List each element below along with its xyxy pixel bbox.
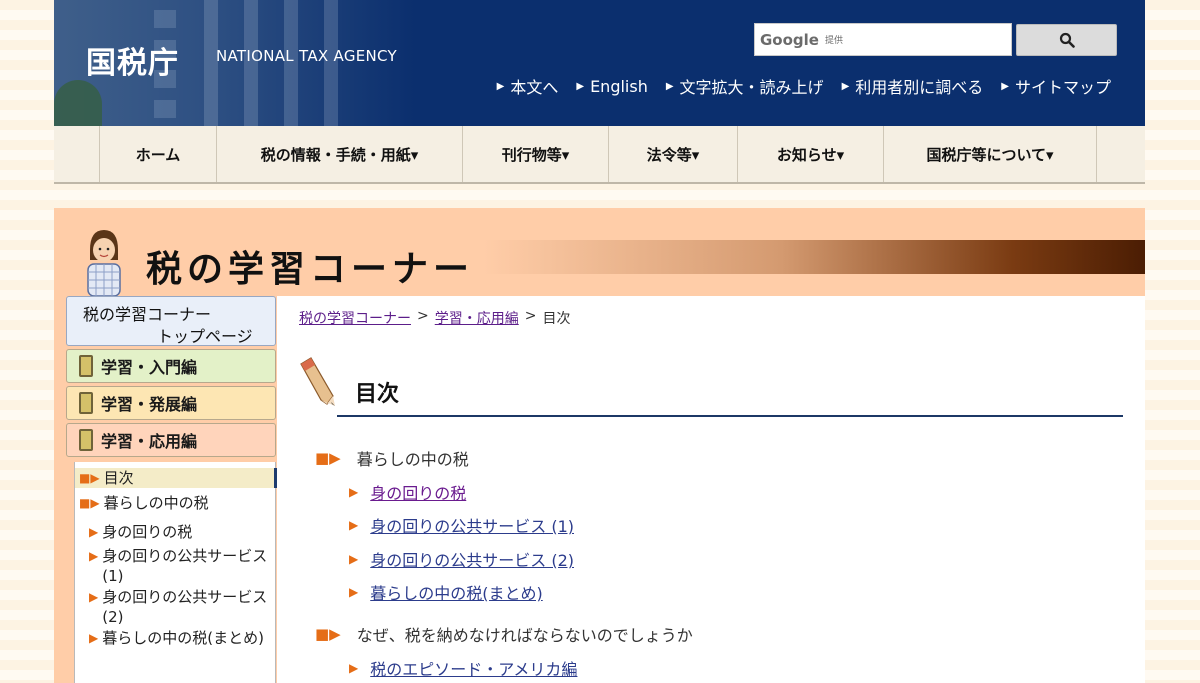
- triangle-right-icon: ▶: [89, 590, 99, 604]
- list-item: ▶ 税のエピソード・アメリカ編: [349, 656, 577, 680]
- breadcrumb-link-applied[interactable]: 学習・応用編: [435, 308, 519, 328]
- book-icon: [79, 392, 93, 414]
- sidebar-item-taxes-around[interactable]: ▶ 身の回りの税: [89, 522, 275, 542]
- search-button[interactable]: [1016, 24, 1117, 56]
- search-icon: [1059, 32, 1075, 48]
- list-item: ▶ 身の回りの公共サービス (2): [349, 547, 574, 571]
- site-logo-jp[interactable]: 国税庁: [86, 38, 179, 82]
- utility-links: ▶ 本文へ ▶ English ▶ 文字拡大・読み上げ ▶ 利用者別に調べる ▶ サイトマ…: [497, 74, 1111, 98]
- global-nav: ホーム 税の情報・手続・用紙▾ 刊行物等▾ 法令等▾ お知らせ▾ 国税庁等につい…: [54, 126, 1145, 184]
- triangle-right-icon: ▶: [89, 549, 99, 563]
- sidebar-item-public-services-2[interactable]: ▶ 身の回りの公共サービス(2): [89, 587, 275, 627]
- breadcrumb-separator: >: [524, 308, 537, 324]
- orange-arrow-icon: ■▶: [79, 471, 100, 485]
- link-tax-episode-america[interactable]: 税のエピソード・アメリカ編: [370, 656, 577, 680]
- nav-item-publications[interactable]: 刊行物等▾: [463, 126, 609, 182]
- nav-item-tax-info[interactable]: 税の情報・手続・用紙▾: [217, 126, 463, 182]
- triangle-right-icon: ▶: [349, 585, 359, 599]
- section-title: ■▶ 暮らしの中の税: [315, 449, 469, 469]
- sidebar-category-applied[interactable]: 学習・応用編: [66, 423, 276, 457]
- orange-arrow-icon: ■▶: [79, 496, 100, 510]
- list-item: ▶ 身の回りの公共サービス (1): [349, 513, 574, 537]
- nav-item-news[interactable]: お知らせ▾: [738, 126, 884, 182]
- page-title: 目次: [355, 382, 400, 407]
- triangle-right-icon: ▶: [841, 80, 850, 92]
- content-area: 税の学習コーナー 税の学習コーナー トップページ 学習・入門編 学習・発展編 学…: [54, 208, 1145, 683]
- breadcrumb-link-learning-corner[interactable]: 税の学習コーナー: [299, 308, 411, 328]
- triangle-right-icon: ▶: [89, 631, 99, 645]
- triangle-right-icon: ▶: [665, 80, 674, 92]
- util-link-text-size[interactable]: ▶ 文字拡大・読み上げ: [666, 74, 824, 98]
- learning-corner-banner: 税の学習コーナー: [54, 208, 1145, 296]
- site-header: 国税庁 NATIONAL TAX AGENCY Google 提供 ▶ 本文へ ▶…: [54, 0, 1145, 126]
- list-item: ▶ 身の回りの税: [349, 480, 466, 504]
- book-icon: [79, 429, 93, 451]
- triangle-right-icon: ▶: [349, 485, 359, 499]
- triangle-right-icon: ▶: [576, 80, 585, 92]
- triangle-right-icon: ▶: [89, 525, 99, 539]
- orange-arrow-icon: ■▶: [315, 625, 341, 643]
- nav-item-laws[interactable]: 法令等▾: [609, 126, 738, 182]
- orange-arrow-icon: ■▶: [315, 449, 341, 467]
- sidebar-top-page-link[interactable]: 税の学習コーナー トップページ: [66, 296, 276, 346]
- util-link-english[interactable]: ▶ English: [576, 74, 647, 98]
- sidebar-category-advanced[interactable]: 学習・発展編: [66, 386, 276, 420]
- link-taxes-around-us[interactable]: 身の回りの税: [370, 480, 466, 504]
- banner-title: 税の学習コーナー: [146, 249, 475, 290]
- sidebar-item-public-services-1[interactable]: ▶ 身の回りの公共サービス(1): [89, 546, 275, 586]
- sidebar-category-intro[interactable]: 学習・入門編: [66, 349, 276, 383]
- breadcrumb-separator: >: [417, 308, 429, 324]
- triangle-right-icon: ▶: [349, 661, 359, 675]
- sidebar-item-tax-in-life[interactable]: ■▶ 暮らしの中の税: [79, 493, 275, 513]
- triangle-right-icon: ▶: [349, 518, 359, 532]
- book-icon: [79, 355, 93, 377]
- link-tax-summary[interactable]: 暮らしの中の税(まとめ): [370, 580, 543, 604]
- breadcrumb-current: 目次: [542, 311, 571, 327]
- section-title: ■▶ なぜ、税を納めなければならないのでしょうか: [315, 625, 693, 645]
- sidebar-item-toc[interactable]: ■▶ 目次: [75, 468, 277, 488]
- breadcrumb: 税の学習コーナー > 学習・応用編 > 目次: [299, 308, 570, 328]
- nav-item-home[interactable]: ホーム: [100, 126, 217, 182]
- site-logo-en: NATIONAL TAX AGENCY: [216, 47, 398, 65]
- pencil-icon: [300, 357, 335, 406]
- girl-illustration-icon: [87, 230, 121, 296]
- sidebar-list: ■▶ 目次 ■▶ 暮らしの中の税 ▶ 身の回りの税 ▶ 身の回りの公共サービス(1) ▶…: [74, 462, 277, 683]
- link-public-services-1[interactable]: 身の回りの公共サービス (1): [370, 513, 574, 537]
- sidebar-item-summary[interactable]: ▶ 暮らしの中の税(まとめ): [89, 628, 265, 648]
- list-item: ▶ 暮らしの中の税(まとめ): [349, 580, 543, 604]
- link-public-services-2[interactable]: 身の回りの公共サービス (2): [370, 547, 574, 571]
- triangle-right-icon: ▶: [349, 552, 359, 566]
- search-input[interactable]: Google 提供: [754, 23, 1012, 56]
- util-link-by-user[interactable]: ▶ 利用者別に調べる: [842, 74, 984, 98]
- util-link-main-content[interactable]: ▶ 本文へ: [497, 74, 559, 98]
- triangle-right-icon: ▶: [1001, 80, 1009, 92]
- util-link-sitemap[interactable]: ▶ サイトマップ: [1001, 74, 1111, 98]
- google-provided-label: 提供: [824, 36, 843, 46]
- triangle-right-icon: ▶: [496, 80, 505, 92]
- google-logo: Google: [760, 30, 819, 49]
- nav-item-about[interactable]: 国税庁等について▾: [884, 126, 1097, 182]
- main-content: 税の学習コーナー > 学習・応用編 > 目次 目次 ■▶ 暮らしの中の税 ▶ 身…: [277, 296, 1145, 683]
- sidebar: 税の学習コーナー トップページ 学習・入門編 学習・発展編 学習・応用編 ■▶ 目…: [64, 296, 277, 683]
